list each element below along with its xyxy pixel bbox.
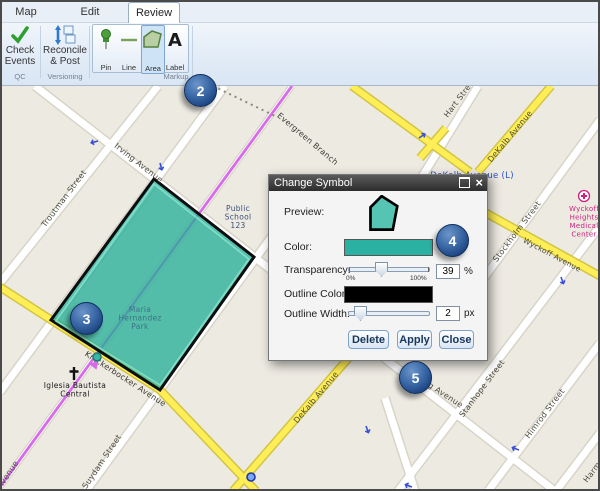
check-events-label-line2: Events <box>5 56 36 67</box>
callout-badge-5: 5 <box>399 361 432 394</box>
hospital-icon <box>579 191 590 202</box>
callout-badge-4: 4 <box>436 224 469 257</box>
map-label-wyckoff-heights-medical-center: WyckoffHeightsMedicalCenter <box>569 205 599 239</box>
group-label-versioning: Versioning <box>42 72 88 81</box>
reconcile-label-line1: Reconcile <box>43 45 87 56</box>
label-a-icon: A <box>166 29 184 51</box>
tool-pin[interactable]: Pin <box>95 26 117 72</box>
tool-line[interactable]: Line <box>118 26 140 72</box>
transparency-unit: % <box>464 266 473 277</box>
tool-area[interactable]: Area <box>141 25 165 74</box>
ribbon: Map Edit Review Check Events QC Reconcil… <box>0 0 600 86</box>
application-window: Knickerbocker Avenue Troutman StreetIrvi… <box>0 0 600 491</box>
tab-review[interactable]: Review <box>128 2 180 23</box>
transparency-label: Transparency: <box>284 264 351 276</box>
tool-pin-label: Pin <box>101 63 112 72</box>
check-events-button[interactable]: Check Events <box>2 25 38 67</box>
tool-line-label: Line <box>122 63 136 72</box>
change-symbol-dialog: Change Symbol × Preview: Color: Transpar… <box>268 174 488 361</box>
transparency-max-label: 100% <box>410 275 427 282</box>
group-separator <box>89 26 90 78</box>
check-events-label-line1: Check <box>6 45 34 56</box>
pin-icon <box>98 29 114 51</box>
color-swatch[interactable] <box>344 239 433 256</box>
outline-width-value-input[interactable] <box>436 306 460 321</box>
close-icon[interactable]: × <box>475 178 483 188</box>
ribbon-tabstrip: Map Edit Review <box>0 0 600 23</box>
reconcile-icon <box>54 25 76 45</box>
callout-badge-2: 2 <box>184 74 217 107</box>
apply-button[interactable]: Apply <box>397 330 432 349</box>
preview-label: Preview: <box>284 206 324 218</box>
markup-tool-panel: Pin Line Area A Label <box>92 24 189 73</box>
dialog-title: Change Symbol <box>274 177 352 189</box>
callout-badge-3: 3 <box>70 302 103 335</box>
transparency-value-input[interactable] <box>436 264 460 279</box>
transparency-slider-track[interactable] <box>348 267 430 272</box>
check-icon <box>10 25 30 45</box>
outline-width-slider-thumb[interactable] <box>354 306 367 321</box>
color-label: Color: <box>284 241 312 253</box>
reconcile-label-line2: & Post <box>50 56 79 67</box>
area-icon <box>142 29 164 51</box>
delete-button[interactable]: Delete <box>348 330 389 349</box>
tab-edit[interactable]: Edit <box>70 2 110 22</box>
group-separator <box>192 26 193 78</box>
maximize-icon[interactable] <box>459 177 470 188</box>
reconcile-post-button[interactable]: Reconcile & Post <box>42 25 88 67</box>
park-vertex-dot <box>93 353 101 361</box>
outline-width-label: Outline Width: <box>284 308 350 320</box>
subway-station-dot <box>247 473 255 481</box>
svg-text:A: A <box>168 30 182 51</box>
transparency-slider-thumb[interactable] <box>375 262 388 277</box>
group-label-qc: QC <box>2 72 38 81</box>
line-icon <box>119 29 139 51</box>
outline-color-swatch[interactable] <box>344 286 433 303</box>
symbol-preview <box>367 195 403 233</box>
tool-label[interactable]: A Label <box>164 26 186 72</box>
outline-width-unit: px <box>464 308 475 319</box>
dialog-titlebar[interactable]: Change Symbol × <box>269 175 487 191</box>
tab-map[interactable]: Map <box>6 2 46 22</box>
transparency-min-label: 0% <box>346 275 355 282</box>
outline-color-label: Outline Color: <box>284 288 348 300</box>
group-separator <box>40 26 41 78</box>
close-button[interactable]: Close <box>439 330 474 349</box>
tool-label-label: Label <box>166 63 184 72</box>
